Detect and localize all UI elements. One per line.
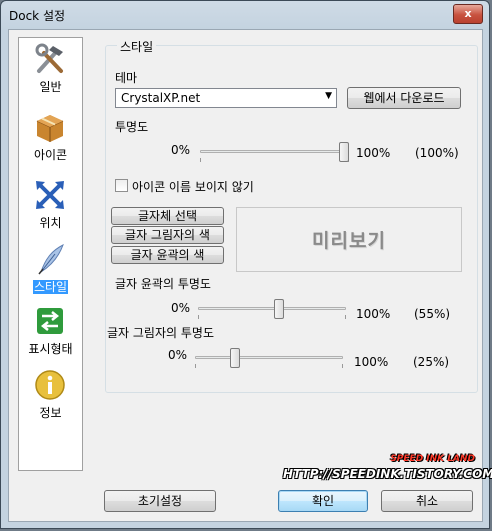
sidebar-item-label: 스타일	[32, 280, 69, 294]
opacity-slider-track	[200, 150, 349, 153]
opacity-max-label: 100%	[356, 146, 391, 160]
opacity-value: (100%)	[415, 146, 459, 160]
sidebar-item-general[interactable]: 일반	[19, 42, 82, 102]
hide-icon-names-label[interactable]: 아이콘 이름 보이지 않기	[132, 178, 254, 195]
sidebar-item-label: 위치	[39, 216, 62, 230]
font-select-button[interactable]: 글자체 선택	[111, 207, 224, 225]
cancel-button[interactable]: 취소	[381, 490, 473, 512]
outline-slider-thumb[interactable]	[273, 299, 284, 319]
box-icon	[36, 115, 64, 142]
sidebar-item-icons[interactable]: 아이콘	[19, 110, 82, 170]
opacity-slider-thumb[interactable]	[339, 142, 349, 162]
watermark: SPEED INK LAND HTTP://SPEEDINK.TISTORY.C…	[283, 454, 492, 483]
download-from-web-button[interactable]: 웹에서 다운로드	[347, 87, 461, 109]
theme-select[interactable]: CrystalXP.net ▼	[115, 88, 337, 108]
arrows-icon	[36, 181, 64, 209]
sidebar-item-position[interactable]: 위치	[19, 178, 82, 238]
outline-max-label: 100%	[356, 307, 391, 321]
title-bar[interactable]: Dock 설정 x	[1, 1, 489, 29]
shadow-slider-track	[195, 356, 343, 359]
opacity-min-label: 0%	[171, 143, 191, 157]
chevron-down-icon: ▼	[325, 91, 332, 101]
shadow-opacity-label: 글자 그림자의 투명도	[107, 326, 214, 340]
shadow-color-button[interactable]: 글자 그림자의 색	[111, 226, 224, 244]
shadow-slider-thumb[interactable]	[229, 348, 240, 368]
preview-text: 미리보기	[312, 230, 386, 252]
style-group-title: 스타일	[117, 38, 157, 55]
watermark-title: SPEED INK LAND	[390, 454, 475, 464]
info-icon	[35, 370, 65, 400]
opacity-slider-ticks	[200, 158, 349, 162]
sidebar-item-style[interactable]: 스타일	[19, 242, 82, 302]
outline-color-button[interactable]: 글자 윤곽의 색	[111, 246, 224, 264]
opacity-label: 투명도	[115, 120, 149, 134]
hammer-wrench-icon	[35, 43, 63, 73]
sidebar-item-label: 아이콘	[33, 148, 68, 162]
close-button[interactable]: x	[453, 4, 483, 24]
shadow-min-label: 0%	[168, 348, 188, 362]
sidebar-item-info[interactable]: 정보	[19, 368, 82, 428]
sidebar-item-label: 일반	[39, 80, 62, 94]
theme-select-value: CrystalXP.net	[121, 91, 201, 105]
sidebar-item-display-mode[interactable]: 표시형태	[19, 304, 82, 364]
hide-icon-names-checkbox[interactable]	[115, 179, 128, 192]
exchange-icon	[37, 308, 63, 334]
reset-defaults-button[interactable]: 초기설정	[104, 490, 216, 512]
outline-opacity-label: 글자 윤곽의 투명도	[115, 277, 211, 291]
outline-min-label: 0%	[171, 301, 191, 315]
outline-slider-track	[198, 307, 346, 310]
theme-label: 테마	[115, 71, 138, 85]
preview-box: 미리보기	[236, 207, 462, 272]
window-title: Dock 설정	[9, 9, 66, 23]
dock-settings-window: Dock 설정 x 일반 아이콘 위치 스타일 표시형태 정보 스타일 테마 C…	[0, 0, 492, 529]
sidebar-item-label: 정보	[39, 406, 62, 420]
outline-slider-ticks	[198, 315, 346, 319]
shadow-value: (25%)	[413, 355, 450, 369]
watermark-url: HTTP://SPEEDINK.TISTORY.COM/	[283, 467, 492, 481]
shadow-max-label: 100%	[354, 355, 389, 369]
sidebar-item-label: 표시형태	[28, 342, 73, 356]
ok-button[interactable]: 확인	[278, 490, 368, 512]
outline-value: (55%)	[414, 307, 451, 321]
shadow-slider-ticks	[195, 364, 343, 368]
feather-pen-icon	[38, 243, 64, 275]
category-sidebar: 일반 아이콘 위치 스타일 표시형태 정보	[18, 37, 83, 471]
dialog-client-area: 일반 아이콘 위치 스타일 표시형태 정보 스타일 테마 CrystalXP.n…	[8, 29, 492, 522]
